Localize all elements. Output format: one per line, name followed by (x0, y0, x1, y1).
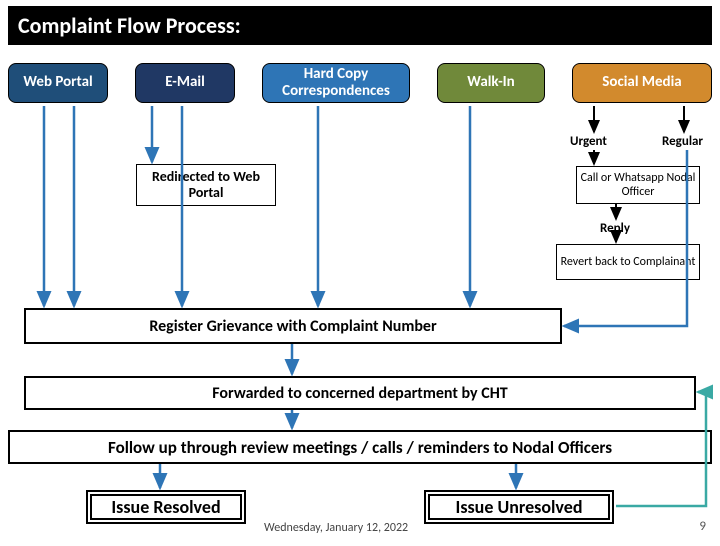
channel-walk-in: Walk-In (437, 63, 545, 103)
page-title: Complaint Flow Process: (8, 6, 712, 45)
regular-label: Regular (662, 134, 703, 149)
reply-label: Reply (600, 221, 630, 236)
forward-box: Forwarded to concerned department by CHT (24, 376, 696, 410)
unresolved-box: Issue Unresolved (424, 490, 614, 524)
followup-box: Follow up through review meetings / call… (8, 430, 712, 464)
redirected-box: Redirected to Web Portal (136, 164, 276, 206)
channel-web-portal: Web Portal (8, 63, 108, 103)
urgent-label: Urgent (570, 134, 607, 149)
footer-date: Wednesday, January 12, 2022 (264, 521, 408, 535)
page-number: 9 (699, 519, 706, 534)
register-box: Register Grievance with Complaint Number (24, 308, 562, 344)
channel-hard-copy: Hard Copy Correspondences (262, 63, 410, 103)
revert-box: Revert back to Complainant (556, 244, 700, 280)
input-channels-row: Web Portal E-Mail Hard Copy Corresponden… (8, 63, 712, 103)
channel-email: E-Mail (135, 63, 235, 103)
channel-social-media: Social Media (572, 63, 712, 103)
resolved-box: Issue Resolved (86, 490, 246, 524)
call-nodal-box: Call or Whatsapp Nodal Officer (576, 166, 700, 204)
